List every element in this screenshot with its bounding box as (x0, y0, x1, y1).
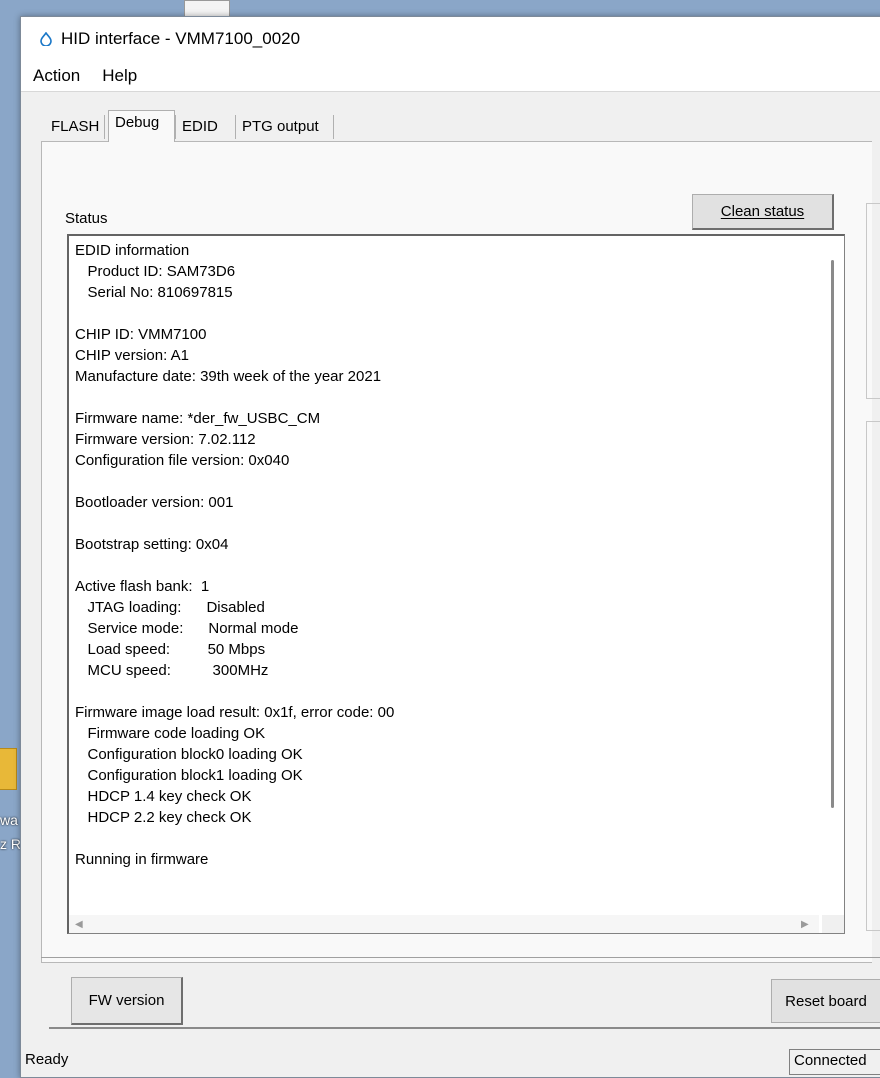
statusbar-ready: Ready (25, 1051, 69, 1068)
status-line: Firmware image load result: 0x1f, error … (75, 704, 395, 721)
status-line (75, 471, 394, 492)
status-line: Firmware code loading OK (75, 725, 266, 742)
scroll-left-icon[interactable]: ◀ (75, 919, 83, 930)
status-line: Firmware name: *der_fw_USBC_CM (75, 410, 321, 427)
status-line: JTAG loading: Disabled (75, 599, 265, 616)
status-line: Firmware version: 7.02.112 (75, 431, 256, 448)
status-label: Status (65, 210, 108, 227)
menu-help[interactable]: Help (90, 66, 147, 86)
clean-status-label: Clean status (720, 203, 805, 220)
bottom-separator (41, 957, 880, 958)
statusbar-separator (49, 1027, 880, 1029)
status-line (75, 303, 394, 324)
statusbar-connected: Connected (789, 1049, 880, 1075)
vertical-scrollbar-thumb[interactable] (831, 260, 834, 808)
status-line (75, 387, 394, 408)
status-line: Active flash bank: 1 (75, 578, 210, 595)
background-window-tab (184, 0, 230, 17)
tab-ptg-output[interactable]: PTG output (236, 115, 334, 139)
status-line: Serial No: 810697815 (75, 284, 233, 301)
status-line (75, 681, 394, 702)
reset-board-button[interactable]: Reset board (771, 979, 880, 1023)
status-line (75, 828, 394, 849)
status-line: CHIP version: A1 (75, 347, 189, 364)
status-line: HDCP 2.2 key check OK (75, 809, 252, 826)
desktop-icon-label-1: wa (0, 812, 18, 828)
desktop-folder-icon[interactable] (0, 748, 17, 790)
status-line: Bootloader version: 001 (75, 494, 234, 511)
hid-interface-window: HID interface - VMM7100_0020 Action Help… (20, 16, 880, 1078)
status-text-area[interactable]: EDID information Product ID: SAM73D6 Ser… (67, 234, 845, 934)
tab-flash[interactable]: FLASH (45, 115, 105, 139)
status-line: Service mode: Normal mode (75, 620, 299, 637)
status-line: EDID information (75, 242, 190, 259)
status-line: Configuration file version: 0x040 (75, 452, 290, 469)
status-lines: EDID information Product ID: SAM73D6 Ser… (75, 240, 394, 870)
status-line: Bootstrap setting: 0x04 (75, 536, 229, 553)
tab-edid[interactable]: EDID (175, 115, 236, 139)
status-line: HDCP 1.4 key check OK (75, 788, 252, 805)
desktop-icon-label-2: z R (0, 836, 21, 852)
status-line: CHIP ID: VMM7100 (75, 326, 207, 343)
status-line (75, 555, 394, 576)
status-line: Configuration block0 loading OK (75, 746, 303, 763)
right-group-box-2 (866, 421, 880, 931)
scroll-corner (822, 915, 844, 933)
app-drop-icon (40, 32, 52, 46)
menu-bar: Action Help (21, 61, 880, 92)
status-line: Load speed: 50 Mbps (75, 641, 266, 658)
window-title: HID interface - VMM7100_0020 (61, 29, 301, 48)
tab-debug[interactable]: Debug (108, 110, 175, 142)
fw-version-button[interactable]: FW version (71, 977, 183, 1025)
horizontal-scrollbar[interactable]: ◀ ▶ (69, 915, 819, 933)
status-line: Product ID: SAM73D6 (75, 263, 236, 280)
status-line: MCU speed: 300MHz (75, 662, 269, 679)
status-line: Configuration block1 loading OK (75, 767, 303, 784)
scroll-right-icon[interactable]: ▶ (801, 919, 809, 930)
status-line: Manufacture date: 39th week of the year … (75, 368, 382, 385)
status-line: Running in firmware (75, 851, 209, 868)
title-bar[interactable]: HID interface - VMM7100_0020 (21, 17, 880, 61)
clean-status-button[interactable]: Clean status (692, 194, 834, 230)
menu-action[interactable]: Action (21, 66, 90, 86)
right-group-box-1 (866, 203, 880, 399)
status-line (75, 513, 394, 534)
